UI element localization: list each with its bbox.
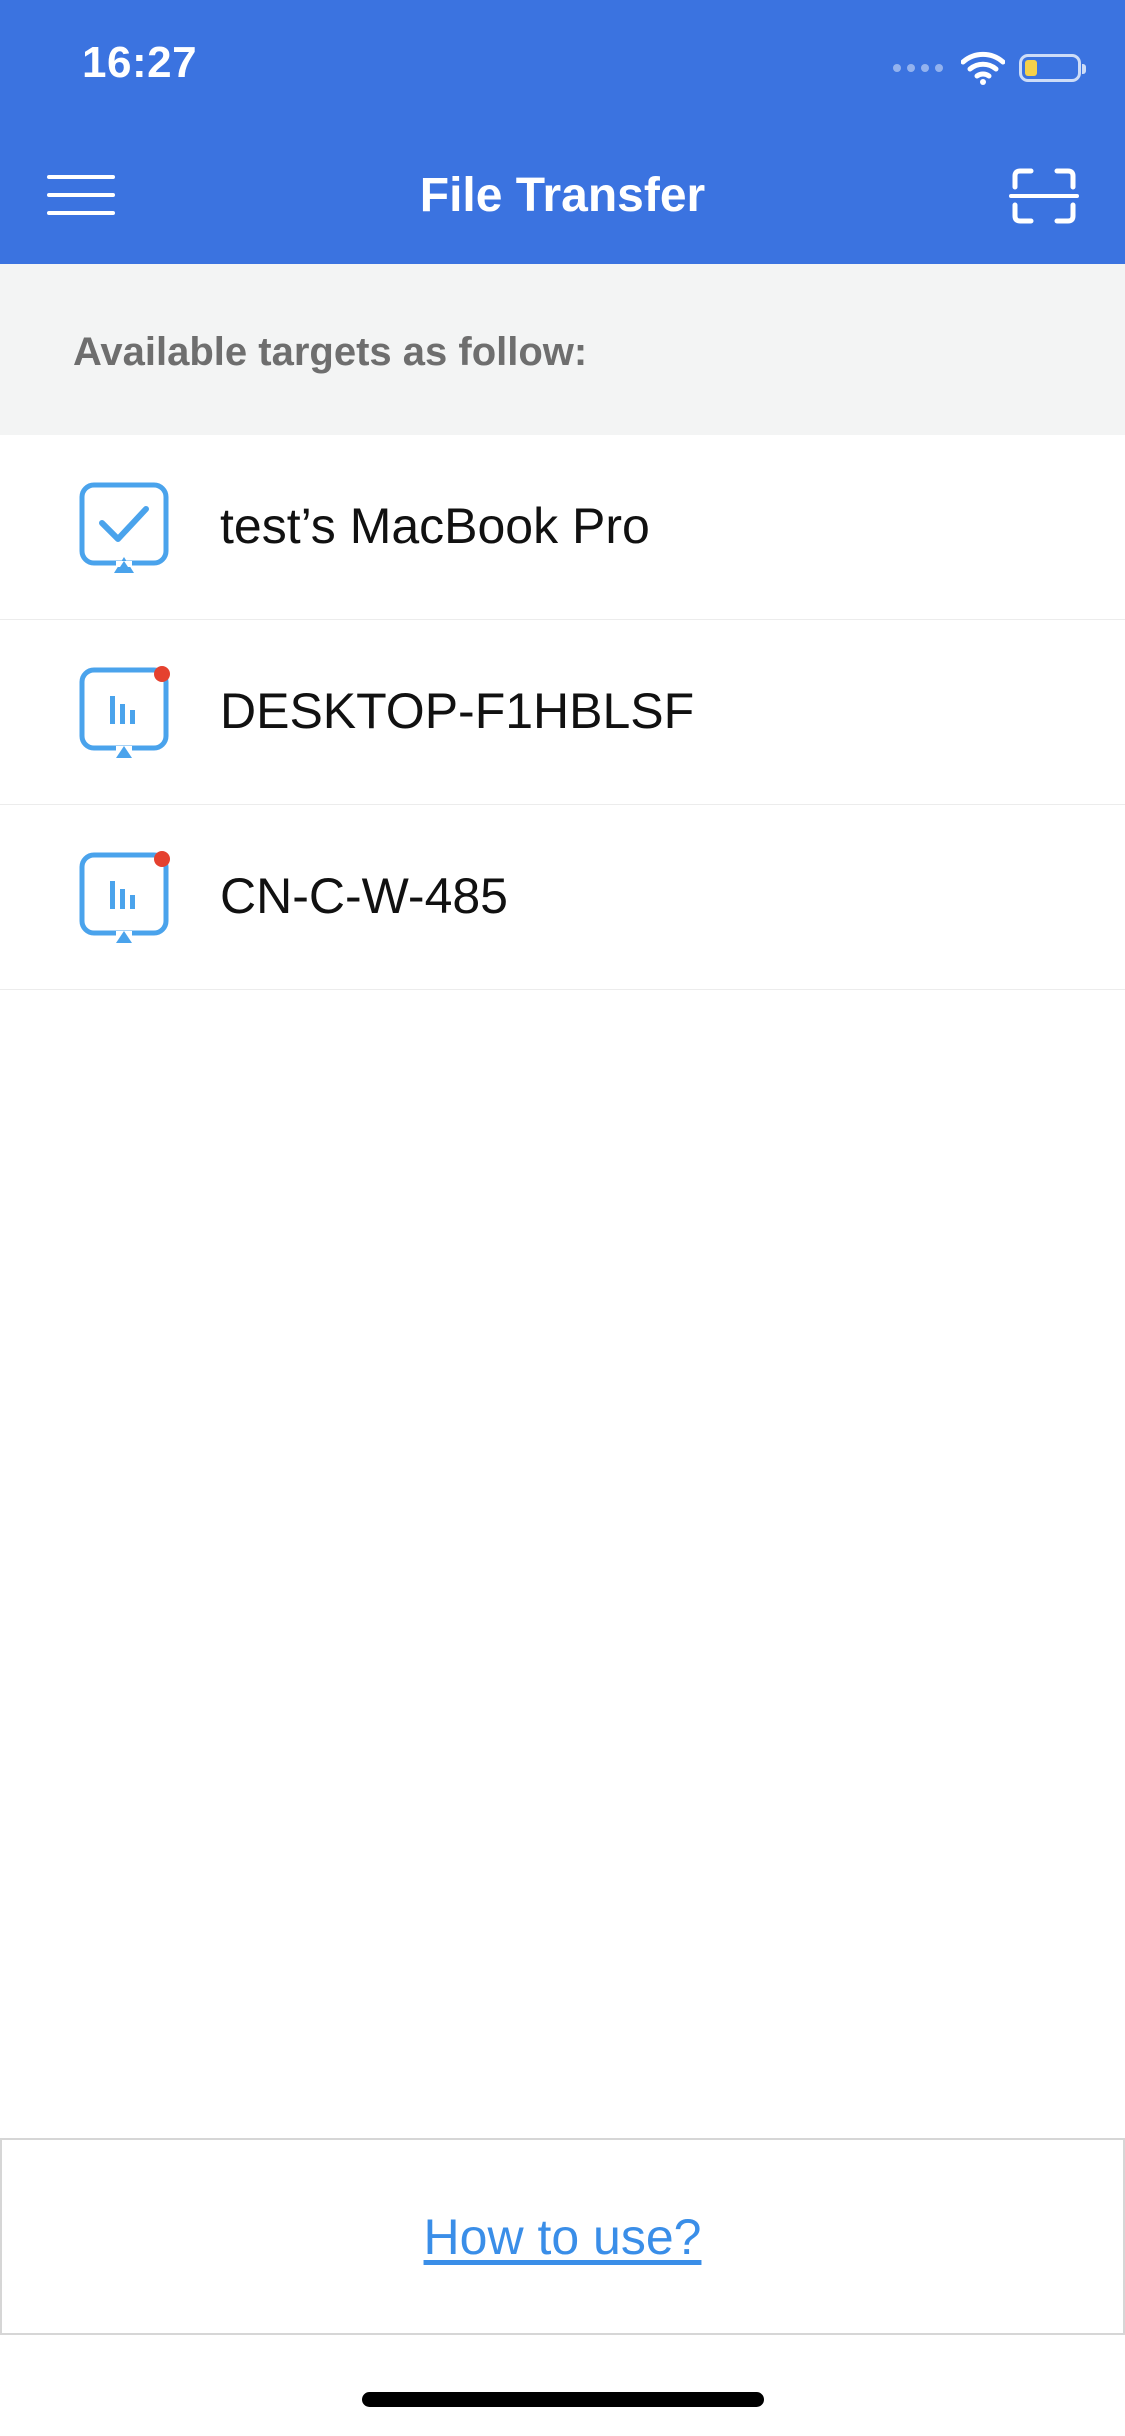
pc-device-icon [79, 851, 170, 943]
device-name: DESKTOP-F1HBLSF [220, 683, 695, 739]
battery-level [1025, 60, 1037, 76]
section-header: Available targets as follow: [0, 264, 1125, 435]
device-list: test’s MacBook Pro DESKTOP-F1HBLSF CN-C-… [0, 435, 1125, 990]
home-indicator[interactable] [362, 2392, 764, 2407]
how-to-use-link[interactable]: How to use? [424, 2208, 702, 2266]
device-name: test’s MacBook Pro [220, 498, 650, 554]
device-name: CN-C-W-485 [220, 868, 508, 924]
notification-badge [154, 666, 170, 682]
scan-icon [1009, 168, 1079, 224]
device-item-macbook[interactable]: test’s MacBook Pro [0, 435, 1125, 620]
pc-device-icon [79, 666, 170, 758]
header: 16:27 File Transfer [0, 0, 1125, 264]
scan-button[interactable] [999, 156, 1089, 236]
file-transfer-screen: 16:27 File Transfer Available targets as… [0, 0, 1125, 2436]
mac-connected-icon [79, 482, 169, 573]
status-indicators [893, 48, 1086, 88]
page-title: File Transfer [419, 169, 706, 222]
signal-icon [893, 64, 943, 72]
section-label: Available targets as follow: [73, 330, 588, 374]
battery-icon [1019, 54, 1086, 82]
status-time: 16:27 [82, 38, 198, 87]
notification-badge [154, 851, 170, 867]
wifi-icon [961, 51, 1005, 85]
device-item-desktop[interactable]: DESKTOP-F1HBLSF [0, 620, 1125, 805]
device-item-cn-c-w-485[interactable]: CN-C-W-485 [0, 805, 1125, 990]
footer: How to use? [0, 2138, 1125, 2335]
